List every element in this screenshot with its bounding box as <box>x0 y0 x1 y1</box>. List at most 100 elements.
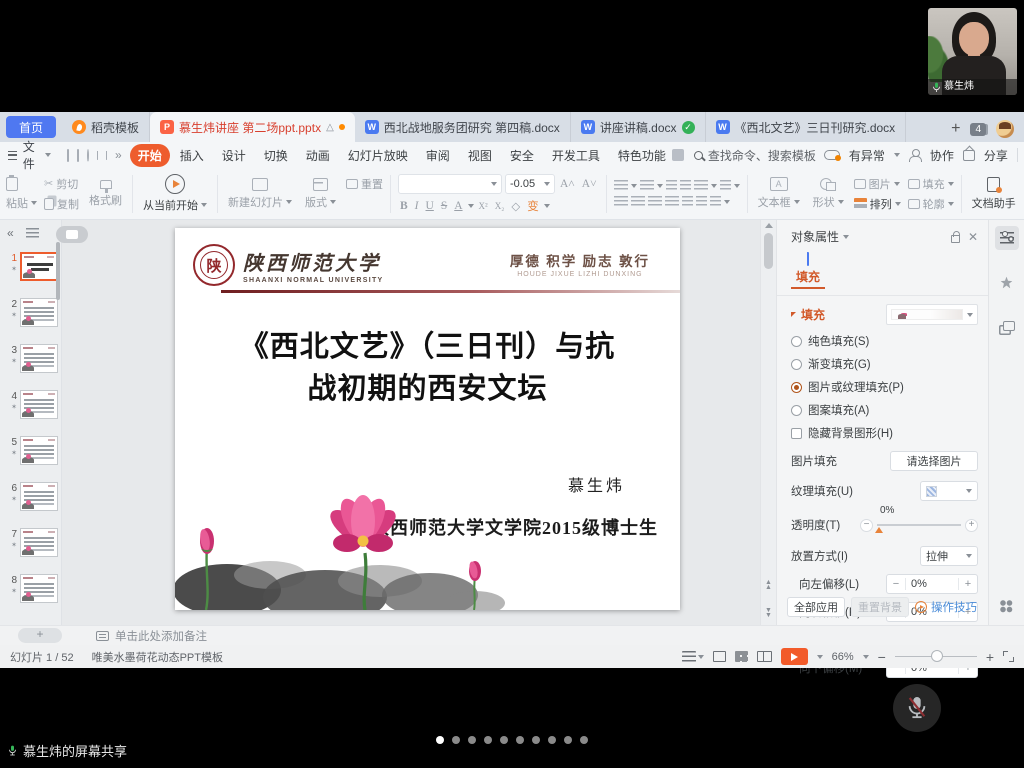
tab-word[interactable]: W讲座讲稿.docx✓ <box>571 112 706 142</box>
collapse-panel-button[interactable]: « <box>7 227 14 239</box>
participant-video[interactable]: 慕生炜 <box>928 8 1017 95</box>
fill-option-radio[interactable]: 图案填充(A) <box>791 402 978 418</box>
pin-panel-icon[interactable] <box>951 235 960 243</box>
bold-button[interactable]: B <box>398 200 410 212</box>
slide-thumbnail-7[interactable]: 7✶ <box>0 526 61 572</box>
sync-status-label[interactable]: 有异常 <box>849 147 885 164</box>
pagination-dot[interactable] <box>484 736 492 744</box>
stepper-plus-button[interactable]: + <box>959 578 977 590</box>
pagination-dot[interactable] <box>564 736 572 744</box>
reset-background-button[interactable]: 重置背景 <box>851 597 909 617</box>
align-right-icon[interactable] <box>648 196 662 208</box>
slide-canvas-area[interactable]: 陕 陕西师范大学 SHAANXI NORMAL UNIVERSITY 厚德 积学… <box>62 220 760 625</box>
text-box-button[interactable]: A 文本框 <box>755 177 803 210</box>
scroll-up-icon[interactable] <box>765 223 773 228</box>
add-slide-button[interactable]: + <box>18 628 62 643</box>
ribbon-tab[interactable]: 安全 <box>502 144 542 167</box>
slide-thumbnail-4[interactable]: 4✶ <box>0 388 61 434</box>
new-tab-button[interactable]: + <box>951 121 960 137</box>
radio-icon[interactable] <box>791 382 802 393</box>
pagination-dot[interactable] <box>580 736 588 744</box>
ribbon-tab[interactable]: 审阅 <box>418 144 458 167</box>
mute-button[interactable] <box>893 684 941 732</box>
pagination-dot[interactable] <box>516 736 524 744</box>
offset-stepper[interactable]: −0%+ <box>886 574 978 594</box>
pagination-dot[interactable] <box>500 736 508 744</box>
subscript-button[interactable]: X₂ <box>493 201 507 211</box>
stepper-minus-button[interactable]: − <box>887 578 905 590</box>
tab-word[interactable]: W《西北文艺》三日刊研究.docx <box>706 112 907 142</box>
apps-grid-icon[interactable] <box>1000 600 1013 613</box>
save-icon[interactable] <box>67 149 69 162</box>
cut-button[interactable]: ✂剪切 <box>44 176 79 192</box>
ribbon-tab[interactable]: 设计 <box>214 144 254 167</box>
reading-view-icon[interactable] <box>757 651 772 662</box>
canvas-scrollbar[interactable]: ▲▲ ▼▼ <box>760 220 776 625</box>
pagination-dot[interactable] <box>532 736 540 744</box>
fill-option-radio[interactable]: 渐变填充(G) <box>791 356 978 372</box>
section-expand-icon[interactable] <box>791 312 796 317</box>
fill-option-radio[interactable]: 纯色填充(S) <box>791 333 978 349</box>
zoom-out-button[interactable]: − <box>878 650 886 664</box>
print-preview-icon[interactable] <box>87 149 89 162</box>
layout-button[interactable]: 版式 <box>302 178 339 210</box>
search-command-box[interactable]: 查找命令、搜索模板 <box>694 147 816 164</box>
columns-icon[interactable] <box>720 180 731 192</box>
slide-1-canvas[interactable]: 陕 陕西师范大学 SHAANXI NORMAL UNIVERSITY 厚德 积学… <box>175 228 680 610</box>
numbered-list-icon[interactable] <box>640 180 654 192</box>
line-spacing-icon[interactable] <box>696 196 707 208</box>
radio-icon[interactable] <box>791 336 802 347</box>
thumbnail-preview[interactable] <box>20 298 58 327</box>
thumbnail-preview[interactable] <box>20 344 58 373</box>
tab-ppt[interactable]: P慕生炜讲座 第二场ppt.pptx△ <box>150 112 355 142</box>
redo-icon[interactable] <box>106 151 107 160</box>
feature-dropdown-box[interactable] <box>672 149 684 161</box>
outline-button[interactable]: 轮廓 <box>908 196 954 212</box>
strikethrough-button[interactable]: S <box>439 200 449 212</box>
bullet-list-icon[interactable] <box>614 180 628 192</box>
placement-dropdown[interactable]: 拉伸 <box>920 546 978 566</box>
transparency-minus-button[interactable]: − <box>860 519 873 532</box>
pagination-dot[interactable] <box>548 736 556 744</box>
italic-button[interactable]: I <box>413 200 421 212</box>
fill-option-radio[interactable]: 图片或纹理填充(P) <box>791 379 978 395</box>
thumbnail-preview[interactable] <box>20 574 58 603</box>
selection-strip-button[interactable] <box>995 314 1019 338</box>
slide-thumbnail-8[interactable]: 8✶ <box>0 572 61 618</box>
pagination-dot[interactable] <box>452 736 460 744</box>
slide-thumbnail-3[interactable]: 3✶ <box>0 342 61 388</box>
transparency-slider[interactable]: 0% − + <box>860 519 978 532</box>
radio-icon[interactable] <box>791 359 802 370</box>
notes-toggle-icon[interactable] <box>682 651 696 662</box>
font-size-combobox[interactable]: -0.05 <box>505 174 555 194</box>
decrease-font-icon[interactable]: A˅ <box>580 178 599 190</box>
shapes-button[interactable]: 形状 <box>810 178 847 210</box>
pagination-dot[interactable] <box>468 736 476 744</box>
fill-tab[interactable]: 填充 <box>791 253 825 289</box>
tab-home[interactable]: 首页 <box>6 116 56 138</box>
thumbnail-preview[interactable] <box>20 390 58 419</box>
tab-count-badge[interactable]: 4 <box>970 123 986 136</box>
reset-button[interactable]: 重置 <box>346 176 383 192</box>
thumbnail-preview[interactable] <box>20 436 58 465</box>
text-direction-icon[interactable] <box>694 180 708 192</box>
apply-all-button[interactable]: 全部应用 <box>787 597 845 617</box>
template-name[interactable]: 唯美水墨荷花动态PPT模板 <box>92 649 223 665</box>
slide-thumbnail-2[interactable]: 2✶ <box>0 296 61 342</box>
align-center-icon[interactable] <box>631 196 645 208</box>
increase-font-icon[interactable]: A˄ <box>558 178 577 190</box>
fit-slide-icon[interactable] <box>1003 651 1014 662</box>
tips-link[interactable]: 操作技巧 <box>915 599 977 615</box>
stepper-value[interactable]: 0% <box>905 578 959 590</box>
previous-slide-button[interactable]: ▲▲ <box>765 580 771 591</box>
file-menu[interactable]: 文件 <box>8 138 51 172</box>
vertical-align-icon[interactable] <box>710 196 721 208</box>
ribbon-tab[interactable]: 开始 <box>130 144 170 167</box>
user-avatar[interactable] <box>996 120 1014 138</box>
undo-icon[interactable] <box>97 151 98 160</box>
ribbon-tab[interactable]: 特色功能 <box>610 144 674 167</box>
decrease-indent-icon[interactable] <box>666 180 677 192</box>
zoom-slider-thumb[interactable] <box>931 650 943 662</box>
ribbon-tab[interactable]: 幻灯片放映 <box>340 144 416 167</box>
ribbon-tab[interactable]: 视图 <box>460 144 500 167</box>
